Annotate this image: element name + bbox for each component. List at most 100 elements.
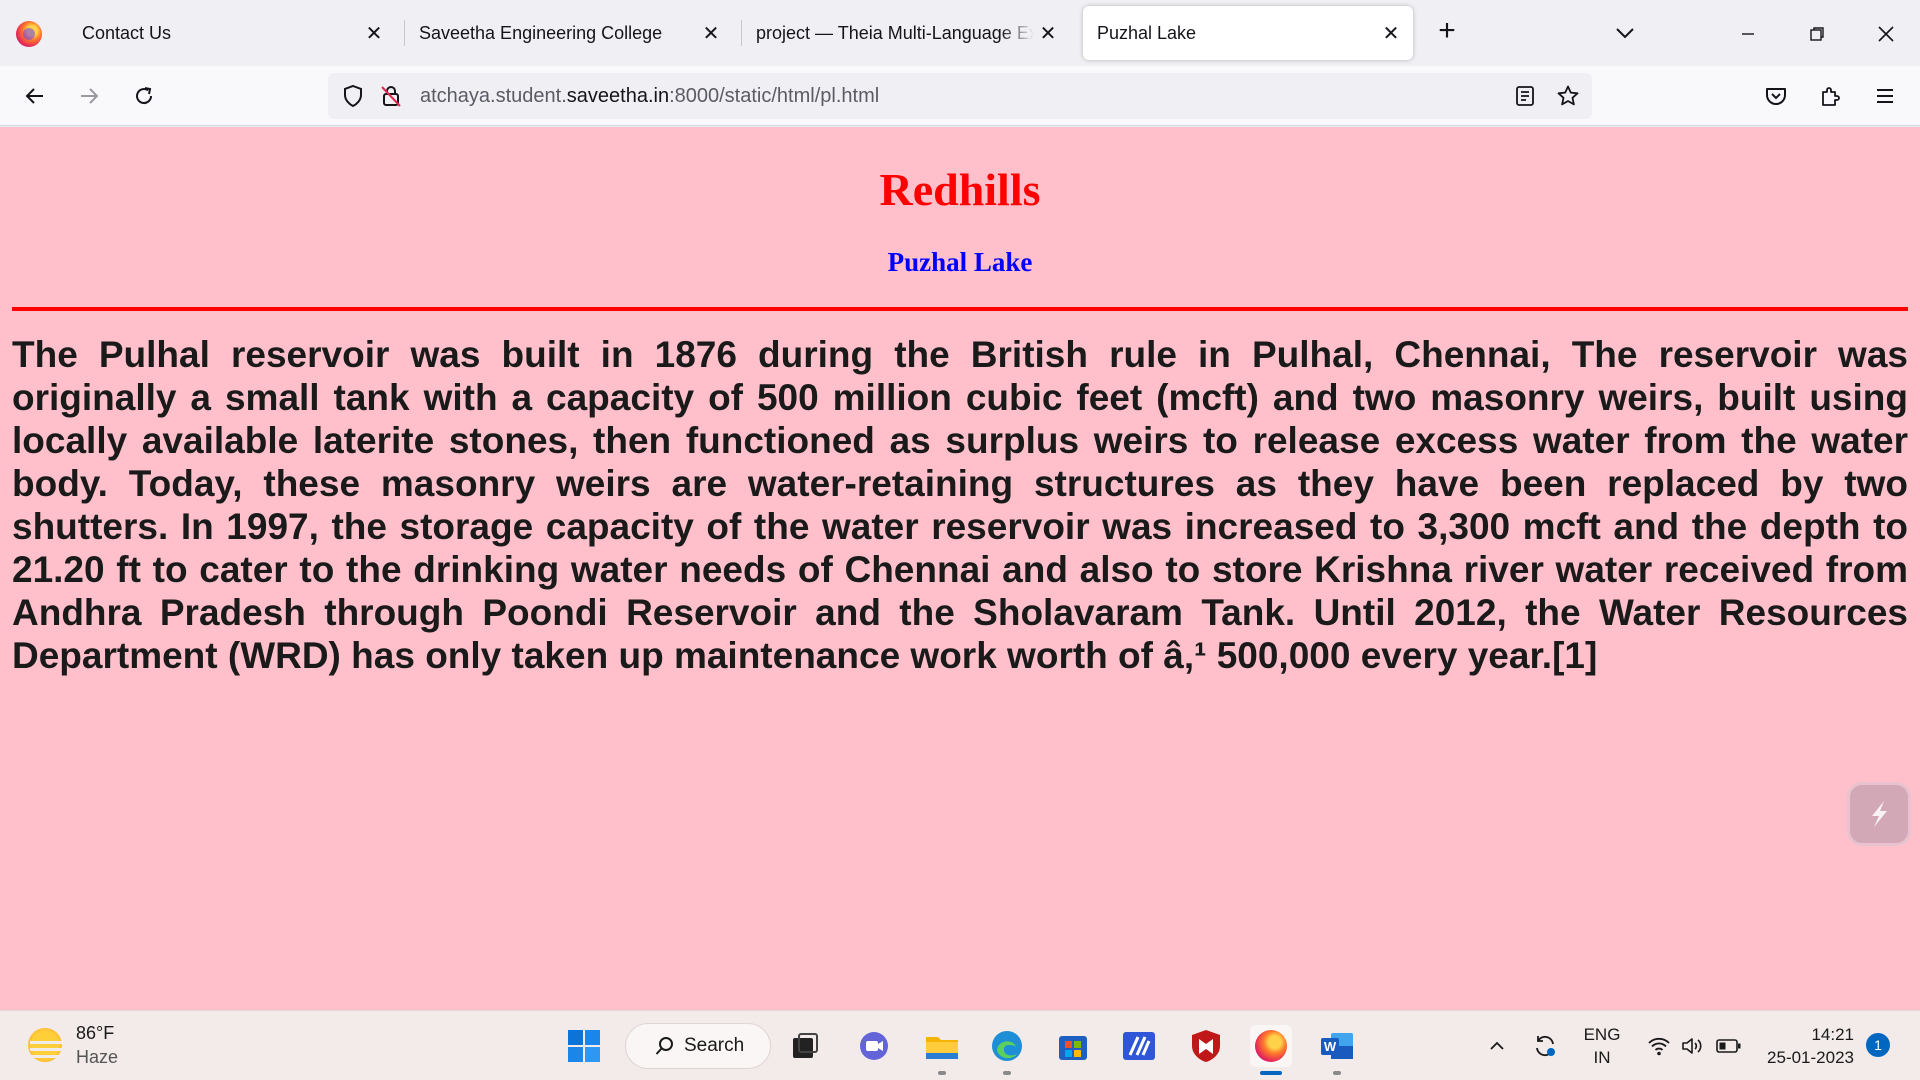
minimize-icon: [1742, 33, 1754, 35]
reader-view-button[interactable]: [1510, 81, 1540, 111]
tab-strip: Contact Us ✕ Saveetha Engineering Colleg…: [0, 0, 1920, 66]
teams-chat-icon: [860, 1032, 888, 1060]
list-all-tabs-button[interactable]: [1610, 18, 1640, 48]
restore-button[interactable]: [1797, 14, 1837, 54]
app-menu-button[interactable]: [1870, 81, 1900, 111]
minimize-button[interactable]: [1728, 14, 1768, 54]
active-app-indicator: [1260, 1071, 1282, 1075]
windows-logo-icon: [568, 1030, 600, 1062]
url-prefix: atchaya.student.: [420, 85, 567, 107]
tab-theia-project[interactable]: project — Theia Multi-Language Exa ✕: [742, 6, 1070, 60]
tab-saveetha[interactable]: Saveetha Engineering College ✕: [405, 6, 733, 60]
firefox-icon: [1255, 1030, 1287, 1062]
reload-icon: [136, 87, 153, 105]
close-window-button[interactable]: [1866, 14, 1906, 54]
running-indicator: [1333, 1071, 1341, 1075]
pocket-button[interactable]: [1761, 81, 1791, 111]
battery-button[interactable]: [1714, 1011, 1744, 1080]
weather-widget[interactable]: 86°F Haze: [28, 1021, 118, 1069]
close-icon: [1878, 26, 1894, 42]
firefox-logo-icon[interactable]: [16, 21, 42, 47]
address-bar[interactable]: atchaya.student.saveetha.in:8000/static/…: [328, 73, 1592, 119]
tab-title: Puzhal Lake: [1097, 22, 1197, 43]
url-host: saveetha.in: [566, 85, 670, 107]
mcafee-app[interactable]: [1185, 1025, 1227, 1067]
running-indicator: [938, 1071, 946, 1075]
word-icon: W: [1321, 1033, 1353, 1059]
sync-icon: [1536, 1035, 1555, 1057]
page-subheading: Puzhal Lake: [887, 247, 1033, 277]
tab-puzhal-lake[interactable]: Puzhal Lake ✕: [1083, 6, 1413, 60]
close-tab-icon[interactable]: ✕: [1377, 19, 1405, 47]
lightning-bolt-icon: [1872, 801, 1887, 827]
shield-icon: [344, 84, 362, 108]
forward-button[interactable]: [74, 81, 104, 111]
svg-text:W: W: [1324, 1039, 1337, 1054]
taskbar: 86°F Haze Search W ENG IN 14:21 25-01-20…: [0, 1010, 1920, 1080]
extensions-button[interactable]: [1816, 81, 1846, 111]
url-suffix: :8000/static/html/pl.html: [669, 85, 880, 107]
edge-browser-app[interactable]: [986, 1025, 1028, 1067]
web-page: Redhills Puzhal Lake The Pulhal reservoi…: [0, 127, 1920, 1010]
search-label: Search: [684, 1035, 745, 1056]
reader-view-icon: [1516, 86, 1534, 106]
close-tab-icon[interactable]: ✕: [360, 19, 388, 47]
start-button[interactable]: [563, 1025, 605, 1067]
floating-extension-button[interactable]: [1850, 785, 1908, 843]
arrow-left-icon: [25, 88, 43, 104]
chevron-down-icon: [1616, 28, 1634, 39]
tracking-protection-shield-icon[interactable]: [338, 81, 368, 111]
tab-contact-us[interactable]: Contact Us ✕: [68, 6, 396, 60]
pocket-icon: [1766, 88, 1786, 105]
microsoft-store-app[interactable]: [1052, 1025, 1094, 1067]
wifi-icon: [1648, 1037, 1670, 1056]
insecure-connection-icon[interactable]: [376, 81, 406, 111]
taskbar-search[interactable]: Search: [625, 1023, 771, 1069]
word-app[interactable]: W: [1316, 1025, 1358, 1067]
teams-chat-app[interactable]: [853, 1025, 895, 1067]
mcafee-shield-icon: [1192, 1030, 1220, 1062]
arrow-right-icon: [81, 88, 99, 104]
input-language-indicator[interactable]: ENG IN: [1580, 1023, 1624, 1069]
url-text[interactable]: atchaya.student.saveetha.in:8000/static/…: [420, 85, 879, 108]
tab-title: Saveetha Engineering College: [419, 22, 663, 43]
edge-browser-icon: [992, 1031, 1022, 1061]
code-editor-icon: [1123, 1032, 1155, 1060]
folder-icon: [926, 1037, 958, 1059]
tab-title: Contact Us: [82, 22, 172, 43]
code-editor-app[interactable]: [1118, 1025, 1160, 1067]
back-button[interactable]: [20, 81, 50, 111]
wifi-button[interactable]: [1644, 1011, 1674, 1080]
weather-temperature: 86°F: [76, 1023, 115, 1043]
chevron-up-icon: [1490, 1041, 1504, 1050]
search-icon: [655, 1037, 673, 1055]
close-tab-icon[interactable]: ✕: [1034, 19, 1062, 47]
reload-button[interactable]: [129, 81, 159, 111]
hamburger-menu-icon: [1877, 89, 1893, 103]
haze-weather-icon: [28, 1028, 64, 1062]
restore-icon: [1810, 27, 1824, 41]
running-indicator: [1003, 1071, 1011, 1075]
sync-tray-button[interactable]: [1528, 1011, 1562, 1080]
new-tab-button[interactable]: +: [1430, 16, 1464, 50]
lake-description-paragraph: The Pulhal reservoir was built in 1876 d…: [12, 334, 1908, 676]
task-view-button[interactable]: [784, 1025, 826, 1067]
notification-badge[interactable]: 1: [1866, 1033, 1890, 1057]
store-icon: [1059, 1036, 1087, 1060]
firefox-app[interactable]: [1250, 1025, 1292, 1067]
clock-time: 14:21: [1811, 1025, 1854, 1044]
navigation-toolbar: atchaya.student.saveetha.in:8000/static/…: [0, 66, 1920, 126]
horizontal-rule: [12, 307, 1908, 311]
system-clock[interactable]: 14:21 25-01-2023: [1754, 1023, 1854, 1069]
close-tab-icon[interactable]: ✕: [697, 19, 725, 47]
volume-button[interactable]: [1678, 1011, 1708, 1080]
insecure-lock-icon: [381, 86, 401, 107]
tab-title: project — Theia Multi-Language Exa: [756, 22, 1034, 43]
weather-condition: Haze: [76, 1047, 119, 1067]
bookmark-star-button[interactable]: [1553, 81, 1583, 111]
puzzle-piece-icon: [1822, 87, 1840, 106]
volume-icon: [1682, 1038, 1702, 1054]
file-explorer-app[interactable]: [921, 1025, 963, 1067]
show-hidden-icons-button[interactable]: [1482, 1011, 1512, 1080]
clock-date: 25-01-2023: [1767, 1048, 1854, 1067]
